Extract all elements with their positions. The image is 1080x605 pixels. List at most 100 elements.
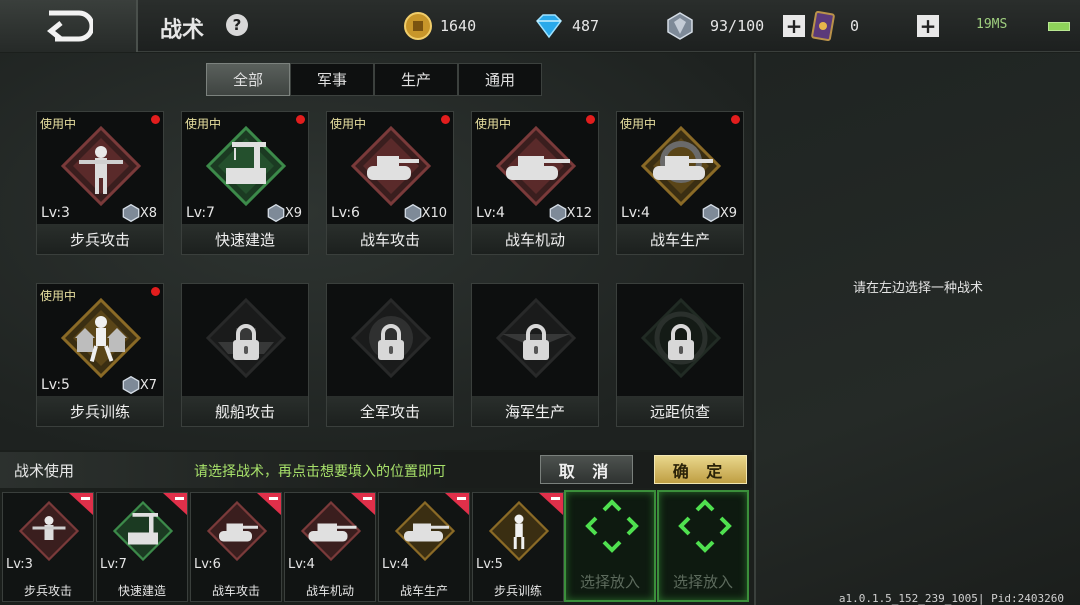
level-label: Lv:3 xyxy=(41,205,70,221)
slot-infantry-training[interactable]: Lv:5 步兵训练 xyxy=(472,492,564,602)
tank-production-icon xyxy=(641,126,721,206)
tactic-name: 海军生产 xyxy=(472,396,598,426)
infantry-attack-icon xyxy=(61,126,141,206)
count: X7 xyxy=(122,376,157,394)
add-card-button[interactable]: + xyxy=(917,15,939,37)
help-button[interactable]: ? xyxy=(226,14,248,36)
lock-icon xyxy=(378,324,404,360)
count-label: X8 xyxy=(139,205,157,221)
move-arrows-icon xyxy=(678,499,732,553)
empty-slot-1[interactable]: 选择放入 xyxy=(564,490,656,602)
lock-icon xyxy=(668,324,694,360)
tactic-name: 步兵攻击 xyxy=(37,224,163,254)
gold-value: 1640 xyxy=(440,17,477,35)
battery-icon xyxy=(1048,22,1070,31)
infantry-training-icon xyxy=(489,501,549,561)
tank-maneuver-icon xyxy=(301,501,361,561)
slot-name: 战车机动 xyxy=(305,584,354,598)
tactic-name: 快速建造 xyxy=(182,224,308,254)
level-label: Lv:6 xyxy=(194,557,221,572)
level-label: Lv:3 xyxy=(6,557,33,572)
slot-tank-production[interactable]: Lv:4 战车生产 xyxy=(378,492,470,602)
card-icon xyxy=(811,11,835,41)
crystal-icon xyxy=(667,12,693,40)
tab-production[interactable]: 生产 xyxy=(374,63,458,96)
diamond-icon xyxy=(536,14,562,39)
tank-production-icon xyxy=(395,501,455,561)
level-label: Lv:7 xyxy=(100,557,127,572)
empty-slot-label: 选择放入 xyxy=(579,573,640,591)
tactic-name: 全军攻击 xyxy=(327,396,453,426)
tab-all[interactable]: 全部 xyxy=(206,63,290,96)
level-label: Lv:4 xyxy=(288,557,315,572)
new-dot xyxy=(151,287,160,296)
tank-attack-icon xyxy=(351,126,431,206)
tactic-card-tank-production[interactable]: 使用中 Lv:4 X9 战车生产 xyxy=(616,111,744,255)
count-label: X9 xyxy=(719,205,737,221)
count: X9 xyxy=(267,204,302,222)
level-label: Lv:4 xyxy=(382,557,409,572)
crystal-value: 93/100 xyxy=(710,17,765,35)
cancel-button[interactable]: 取 消 xyxy=(540,455,633,484)
count-label: X9 xyxy=(284,205,302,221)
gold-resource: 1640 xyxy=(404,12,530,40)
tactics-panel: 全部 军事 生产 通用 使用中 Lv:3 X8 步兵攻击 使用中 Lv:7 X9… xyxy=(0,53,752,450)
tactic-card-tank-attack[interactable]: 使用中 Lv:6 X10 战车攻击 xyxy=(326,111,454,255)
new-dot xyxy=(441,115,450,124)
slot-name: 战车攻击 xyxy=(211,584,260,598)
count: X8 xyxy=(122,204,157,222)
empty-slot-label: 选择放入 xyxy=(672,573,733,591)
tank-attack-icon xyxy=(207,501,267,561)
slot-rapid-build[interactable]: Lv:7 快速建造 xyxy=(96,492,188,602)
tactic-name: 远距侦查 xyxy=(617,396,743,426)
tactic-card-ship-attack[interactable]: 舰船攻击 xyxy=(181,283,309,427)
count-label: X10 xyxy=(421,205,447,221)
tactic-card-navy-production[interactable]: 海军生产 xyxy=(471,283,599,427)
gold-coin-icon xyxy=(404,12,432,40)
page-title: 战术 xyxy=(160,18,205,43)
confirm-button[interactable]: 确 定 xyxy=(654,455,747,484)
tab-military[interactable]: 军事 xyxy=(290,63,374,96)
detail-panel: 请在左边选择一种战术 a1.0.1.5_152_239_1005| Pid:24… xyxy=(754,53,1080,605)
new-dot xyxy=(296,115,305,124)
new-dot xyxy=(151,115,160,124)
crystal-resource: 93/100 xyxy=(666,12,782,40)
level-label: Lv:5 xyxy=(41,377,70,393)
card-resource: 0 xyxy=(810,11,910,41)
slot-name: 步兵训练 xyxy=(493,584,542,598)
count: X10 xyxy=(404,204,447,222)
tactic-card-all-army-attack[interactable]: 全军攻击 xyxy=(326,283,454,427)
tab-general[interactable]: 通用 xyxy=(458,63,542,96)
crystal-icon xyxy=(549,204,566,222)
level-label: Lv:6 xyxy=(331,205,360,221)
new-dot xyxy=(731,115,740,124)
tactic-name: 战车机动 xyxy=(472,224,598,254)
back-button[interactable] xyxy=(0,0,138,52)
ping-readout: 19MS xyxy=(976,17,1008,32)
tactic-name: 舰船攻击 xyxy=(182,396,308,426)
slot-name: 步兵攻击 xyxy=(23,584,72,598)
top-bar: 战术 ? 1640 487 93/100 + 0 + 19MS xyxy=(0,0,1080,52)
diamond-value: 487 xyxy=(572,17,600,35)
move-arrows-icon xyxy=(585,499,639,553)
slot-tank-maneuver[interactable]: Lv:4 战车机动 xyxy=(284,492,376,602)
tactic-card-infantry-training[interactable]: 使用中 Lv:5 X7 步兵训练 xyxy=(36,283,164,427)
card-value: 0 xyxy=(850,17,860,35)
count-label: X12 xyxy=(566,205,592,221)
tab-bar: 全部 军事 生产 通用 xyxy=(206,63,542,96)
tactic-card-long-range-recon[interactable]: 远距侦查 xyxy=(616,283,744,427)
tank-maneuver-icon xyxy=(496,126,576,206)
slot-infantry-attack[interactable]: Lv:3 步兵攻击 xyxy=(2,492,94,602)
count: X12 xyxy=(549,204,592,222)
new-dot xyxy=(586,115,595,124)
add-crystal-button[interactable]: + xyxy=(783,15,805,37)
tactic-card-rapid-build[interactable]: 使用中 Lv:7 X9 快速建造 xyxy=(181,111,309,255)
tactic-card-tank-maneuver[interactable]: 使用中 Lv:4 X12 战车机动 xyxy=(471,111,599,255)
slot-tank-attack[interactable]: Lv:6 战车攻击 xyxy=(190,492,282,602)
tactic-name: 战车攻击 xyxy=(327,224,453,254)
tactic-card-infantry-attack[interactable]: 使用中 Lv:3 X8 步兵攻击 xyxy=(36,111,164,255)
tactic-name: 战车生产 xyxy=(617,224,743,254)
tactic-usage-title: 战术使用 xyxy=(14,462,75,480)
back-arrow-icon xyxy=(46,10,93,42)
empty-slot-2[interactable]: 选择放入 xyxy=(657,490,749,602)
